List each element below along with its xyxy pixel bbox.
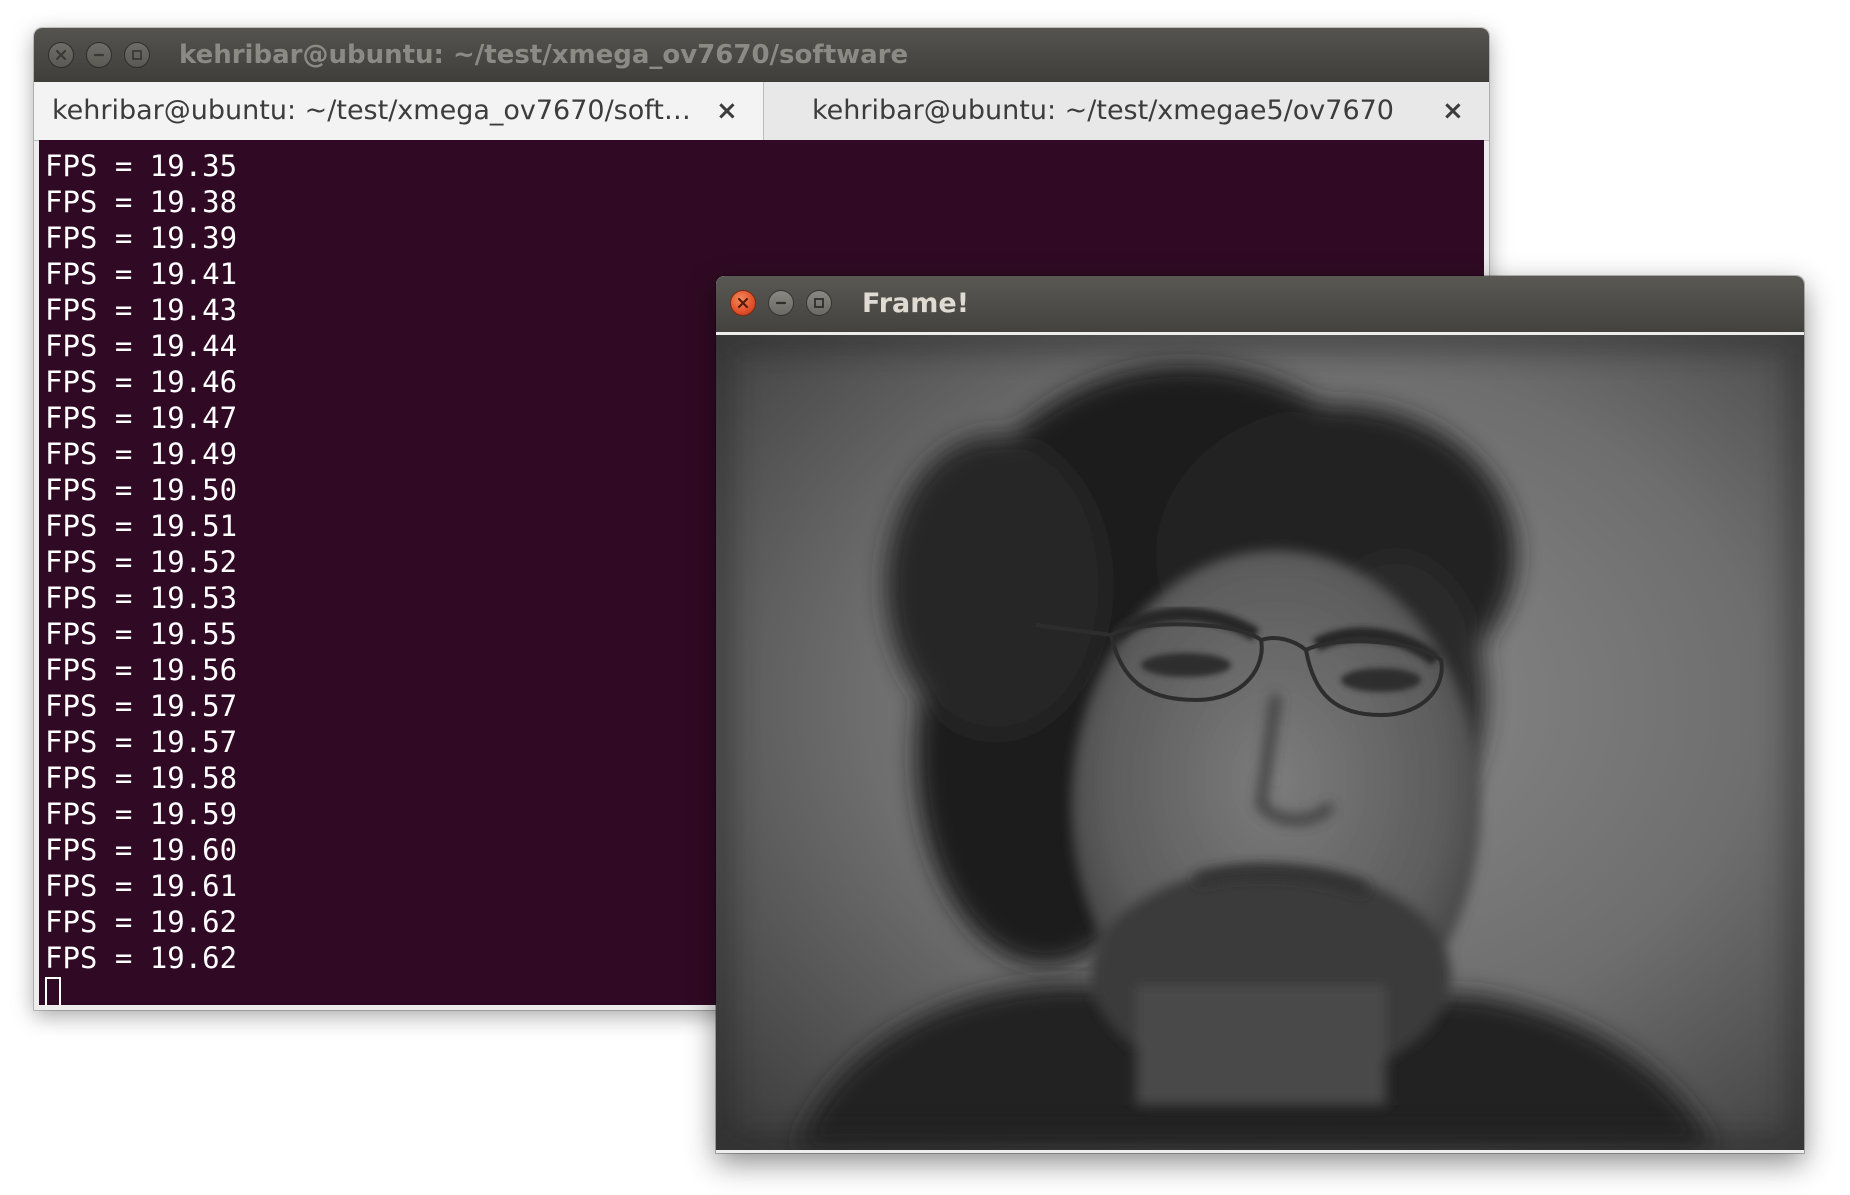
tab-label: kehribar@ubuntu: ~/test/xmega_ov7670/sof… (52, 95, 691, 126)
maximize-icon (814, 298, 824, 308)
frame-window: Frame! (716, 276, 1804, 1153)
terminal-close-button[interactable] (48, 42, 74, 68)
terminal-line: FPS = 19.41 (45, 257, 238, 291)
camera-frame-icon (716, 335, 1804, 1150)
terminal-line: FPS = 19.39 (45, 221, 238, 255)
frame-titlebar[interactable]: Frame! (716, 276, 1804, 332)
terminal-line: FPS = 19.58 (45, 761, 238, 795)
terminal-prompt-line (45, 976, 237, 1005)
terminal-line: FPS = 19.44 (45, 329, 238, 363)
camera-frame-image (716, 335, 1804, 1150)
minimize-icon (93, 53, 105, 57)
frame-close-button[interactable] (730, 290, 756, 316)
terminal-line: FPS = 19.57 (45, 689, 238, 723)
terminal-line: FPS = 19.62 (45, 905, 238, 939)
terminal-line: FPS = 19.38 (45, 185, 238, 219)
terminal-minimize-button[interactable] (86, 42, 112, 68)
terminal-titlebar[interactable]: kehribar@ubuntu: ~/test/xmega_ov7670/sof… (34, 28, 1489, 82)
terminal-line: FPS = 19.51 (45, 509, 238, 543)
terminal-line: FPS = 19.60 (45, 833, 238, 867)
frame-minimize-button[interactable] (768, 290, 794, 316)
terminal-line: FPS = 19.49 (45, 437, 238, 471)
tab-label: kehribar@ubuntu: ~/test/xmegae5/ov7670 (812, 95, 1394, 126)
tab-close-icon[interactable]: × (1442, 82, 1464, 140)
terminal-maximize-button[interactable] (124, 42, 150, 68)
terminal-lines: FPS = 19.35 FPS = 19.38 FPS = 19.39 FPS = 1… (45, 148, 237, 1005)
tab-close-icon[interactable]: × (716, 82, 738, 140)
terminal-tab-bar: kehribar@ubuntu: ~/test/xmega_ov7670/sof… (34, 82, 1489, 141)
terminal-line: FPS = 19.50 (45, 473, 238, 507)
terminal-line: FPS = 19.62 (45, 941, 238, 975)
terminal-line: FPS = 19.35 (45, 149, 238, 183)
terminal-line: FPS = 19.52 (45, 545, 238, 579)
maximize-icon (132, 50, 142, 60)
terminal-line: FPS = 19.57 (45, 725, 238, 759)
terminal-line: FPS = 19.56 (45, 653, 238, 687)
terminal-line: FPS = 19.53 (45, 581, 238, 615)
minimize-icon (775, 301, 787, 305)
terminal-line: FPS = 19.43 (45, 293, 238, 327)
terminal-line: FPS = 19.55 (45, 617, 238, 651)
close-icon (737, 297, 749, 309)
close-icon (55, 49, 67, 61)
terminal-line: FPS = 19.59 (45, 797, 238, 831)
frame-maximize-button[interactable] (806, 290, 832, 316)
terminal-cursor (45, 977, 61, 1005)
terminal-title: kehribar@ubuntu: ~/test/xmega_ov7670/sof… (179, 40, 909, 70)
frame-title: Frame! (862, 288, 970, 319)
terminal-line: FPS = 19.61 (45, 869, 238, 903)
terminal-line: FPS = 19.47 (45, 401, 238, 435)
terminal-line: FPS = 19.46 (45, 365, 238, 399)
tab-xmegae5-ov7670[interactable]: kehribar@ubuntu: ~/test/xmegae5/ov7670 × (764, 82, 1489, 140)
tab-xmega-ov7670-software[interactable]: kehribar@ubuntu: ~/test/xmega_ov7670/sof… (34, 82, 764, 140)
